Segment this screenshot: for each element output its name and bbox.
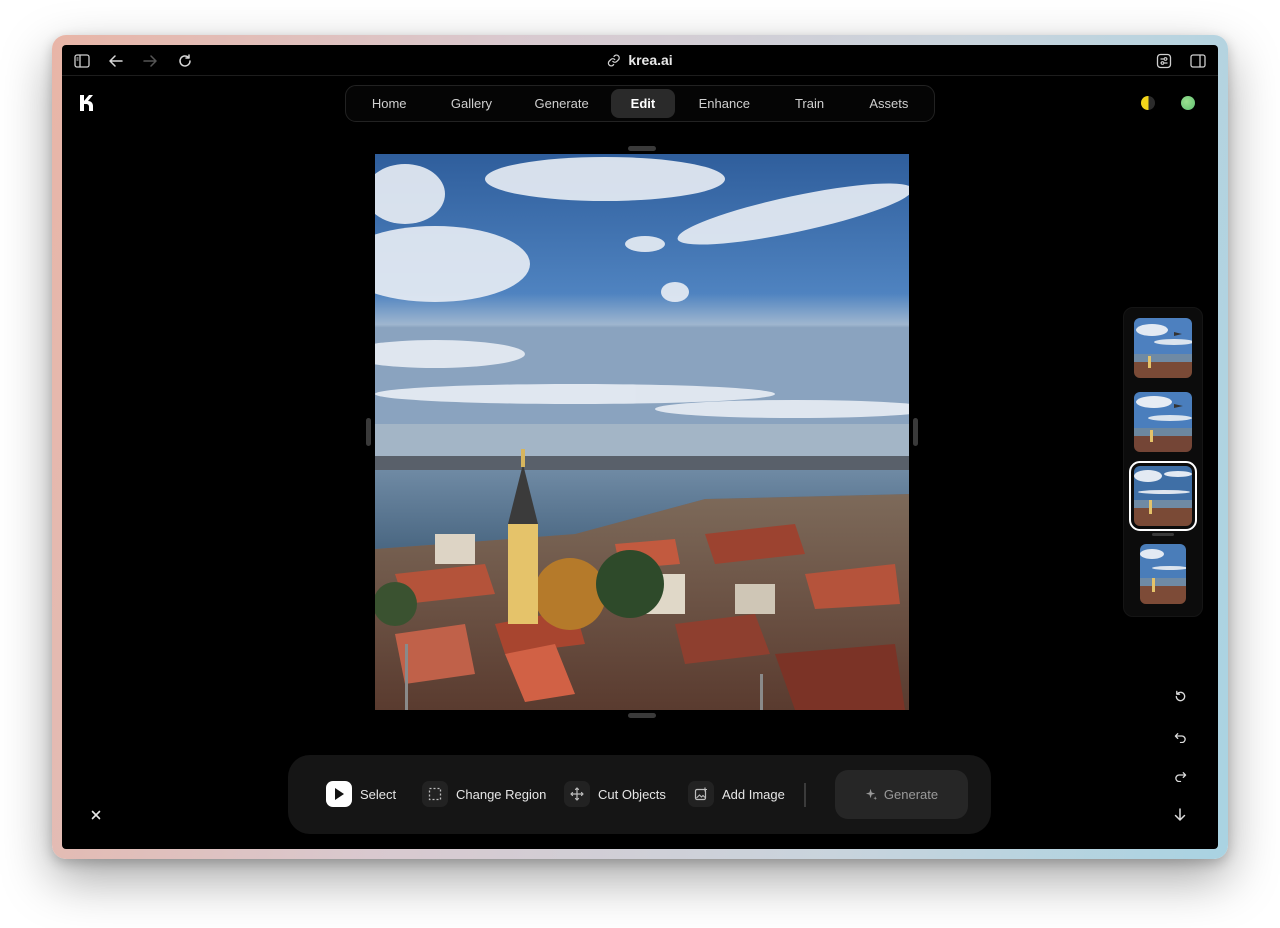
tab-home[interactable]: Home [350,89,428,118]
change-region-tool-button[interactable]: Change Region [422,780,546,808]
select-tool-button[interactable]: Select [326,780,396,808]
reset-icon [1175,690,1185,701]
reload-icon [179,54,191,67]
redo-button[interactable] [1168,763,1192,787]
select-tool-label: Select [360,786,397,802]
close-icon [91,810,101,820]
download-button[interactable] [1168,803,1192,827]
reload-button[interactable] [175,51,195,71]
back-button[interactable] [106,51,126,71]
undo-icon [1174,732,1186,743]
generate-button[interactable]: Generate [835,770,968,819]
cut-objects-tool-label: Cut Objects [598,786,666,802]
canvas-image[interactable] [375,154,909,710]
tab-edit[interactable]: Edit [610,89,676,118]
dashed-square-icon [422,781,448,807]
user-avatar[interactable] [1181,96,1195,110]
history-thumbnail-3[interactable] [1129,461,1197,531]
browser-window: krea.ai Home Gallery Generate Edit Enhan… [62,45,1218,849]
address-bar[interactable]: krea.ai [607,52,673,68]
add-image-icon [688,781,714,807]
cursor-icon [326,781,352,807]
browser-toolbar: krea.ai [62,45,1218,76]
add-image-tool-button[interactable]: Add Image [688,780,785,808]
resize-handle-right[interactable] [913,418,918,446]
cut-objects-tool-button[interactable]: Cut Objects [564,780,666,808]
resize-handle-bottom[interactable] [628,713,656,718]
resize-handle-top[interactable] [628,146,656,151]
sparkle-icon [865,788,877,801]
history-thumbnails [1123,307,1203,617]
sidebar-toggle-icon[interactable] [72,51,92,71]
theme-toggle-icon[interactable] [1141,96,1155,110]
generate-button-label: Generate [883,787,939,802]
tab-generate[interactable]: Generate [515,89,609,118]
redo-icon [1174,771,1186,782]
history-thumbnail-1[interactable] [1134,318,1192,378]
tab-enhance[interactable]: Enhance [677,89,771,118]
reset-button[interactable] [1168,684,1192,708]
extensions-button[interactable] [1154,51,1174,71]
split-view-icon [1190,54,1206,68]
change-region-tool-label: Change Region [456,786,547,802]
history-thumbnail-4[interactable] [1140,544,1186,604]
split-view-button[interactable] [1188,51,1208,71]
rail-separator [1152,533,1174,536]
add-image-tool-label: Add Image [722,786,785,802]
edit-toolbar: Select Change Region Cut Objects Add Ima… [288,755,991,834]
tab-assets[interactable]: Assets [848,89,930,118]
history-thumbnail-2[interactable] [1134,392,1192,452]
arrow-left-icon [109,55,123,67]
extensions-icon [1156,53,1172,69]
close-button[interactable] [86,805,106,825]
resize-handle-left[interactable] [366,418,371,446]
forward-button[interactable] [140,51,160,71]
move-icon [564,781,590,807]
toolbar-divider [804,783,806,807]
undo-button[interactable] [1168,724,1192,748]
krea-logo-icon[interactable] [78,94,94,112]
url-text: krea.ai [628,52,673,68]
link-icon [607,54,620,66]
download-icon [1174,808,1186,821]
tab-train[interactable]: Train [773,89,845,118]
arrow-right-icon [143,55,157,67]
tab-gallery[interactable]: Gallery [430,89,512,118]
main-nav: Home Gallery Generate Edit Enhance Train… [345,85,935,122]
